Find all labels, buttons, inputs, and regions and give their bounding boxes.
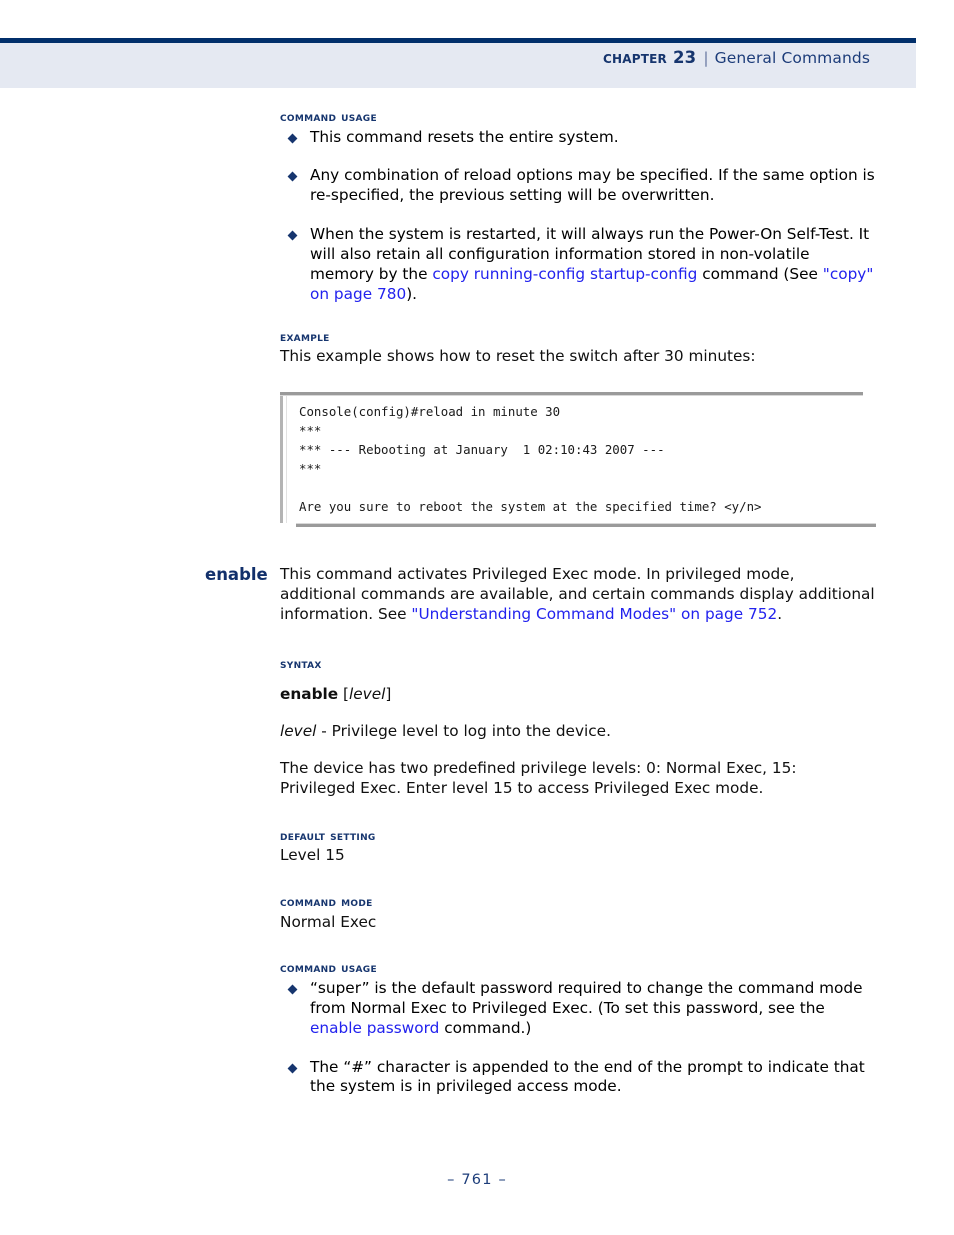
command-mode-block: Command Mode Normal Exec (280, 895, 875, 932)
heading-default-setting: Default Setting (280, 828, 376, 844)
syntax-command-name: enable (280, 685, 339, 704)
header-breadcrumb: Chapter 23 | General Commands (603, 48, 870, 67)
syntax-bracket-close: ] (385, 685, 392, 704)
bullet-text: Any combination of reload options may be… (310, 166, 875, 205)
page-footer: – 761 – (0, 1172, 954, 1188)
example-intro-text: This example shows how to reset the swit… (280, 347, 756, 366)
argument-description-text: - Privilege level to log into the device… (316, 722, 611, 740)
diamond-bullet-icon (287, 230, 298, 241)
link-understanding-command-modes[interactable]: "Understanding Command Modes" on page 75… (411, 605, 777, 623)
command-name-label: enable (205, 565, 268, 584)
syntax-line: enable [level] (280, 685, 875, 705)
console-line: Console(config)#reload in minute 30 (299, 404, 561, 419)
heading-syntax: Syntax (280, 656, 322, 672)
link-enable-password[interactable]: enable password (310, 1019, 439, 1037)
list-item: The “#” character is appended to the end… (280, 1058, 875, 1098)
heading-command-mode: Command Mode (280, 895, 373, 910)
diamond-bullet-icon (287, 133, 298, 143)
reload-usage-bullet-list: This command resets the entire system. A… (280, 128, 875, 305)
syntax-argument-note: The device has two predefined privilege … (280, 758, 797, 797)
enable-command-section: enable This command activates Privileged… (0, 565, 954, 625)
link-copy-running-config[interactable]: copy running-config startup-config (432, 265, 697, 283)
bullet-text-tail: ). (406, 284, 418, 303)
enable-syntax-block: Syntax enable [level] level - Privilege … (280, 657, 875, 799)
header-separator: | (703, 49, 709, 67)
list-item: This command resets the entire system. (280, 128, 875, 148)
console-bottom-border (296, 523, 876, 527)
list-item: “super” is the default password required… (280, 979, 875, 1039)
bullet-text: This command resets the entire system. (310, 127, 619, 146)
reload-command-usage-block: Command Usage This command resets the en… (280, 110, 875, 305)
enable-usage-bullet-list: “super” is the default password required… (280, 979, 875, 1097)
bullet-text-lead: “super” is the default password required… (310, 978, 863, 1017)
reload-example-block: Example This example shows how to reset … (280, 330, 875, 367)
default-setting-block: Default Setting Level 15 (280, 829, 875, 866)
enable-intro-tail: . (777, 604, 783, 623)
enable-intro-block: This command activates Privileged Exec m… (280, 565, 875, 625)
argument-name: level (280, 722, 317, 740)
header-section-title: General Commands (714, 49, 870, 67)
syntax-argument: level (349, 685, 386, 704)
bullet-text-tail: command.) (439, 1018, 532, 1037)
console-line: *** (299, 461, 322, 476)
bullet-text: The “#” character is appended to the end… (310, 1057, 865, 1096)
page-number: – 761 – (447, 1172, 507, 1188)
console-output-block: Console(config)#reload in minute 30 *** … (280, 392, 876, 527)
enable-intro-paragraph: This command activates Privileged Exec m… (280, 565, 875, 625)
syntax-bracket-open: [ (338, 685, 349, 704)
default-setting-value: Level 15 (280, 846, 345, 865)
diamond-bullet-icon (287, 984, 298, 995)
console-line: *** --- Rebooting at January 1 02:10:43 … (299, 442, 665, 457)
diamond-bullet-icon (287, 171, 298, 182)
header-band: Chapter 23 | General Commands (0, 43, 916, 88)
console-body: Console(config)#reload in minute 30 *** … (280, 396, 870, 523)
heading-command-usage-enable: Command Usage (280, 961, 377, 977)
page-content: Command Usage This command resets the en… (0, 110, 954, 1097)
list-item: When the system is restarted, it will al… (280, 225, 875, 305)
header-chapter-label: Chapter 23 (603, 48, 697, 67)
diamond-bullet-icon (287, 1063, 298, 1073)
bullet-text-mid: command (See (697, 264, 823, 283)
console-line: *** (299, 423, 322, 438)
command-mode-value: Normal Exec (280, 912, 377, 931)
heading-example: Example (280, 329, 330, 345)
page-header: Chapter 23 | General Commands (0, 38, 916, 88)
enable-command-usage-block: Command Usage “super” is the default pas… (280, 961, 875, 1097)
console-line: Are you sure to reboot the system at the… (299, 499, 762, 514)
list-item: Any combination of reload options may be… (280, 166, 875, 206)
syntax-argument-description: level - Privilege level to log into the … (280, 722, 875, 742)
heading-command-usage-reload: Command Usage (280, 110, 377, 125)
